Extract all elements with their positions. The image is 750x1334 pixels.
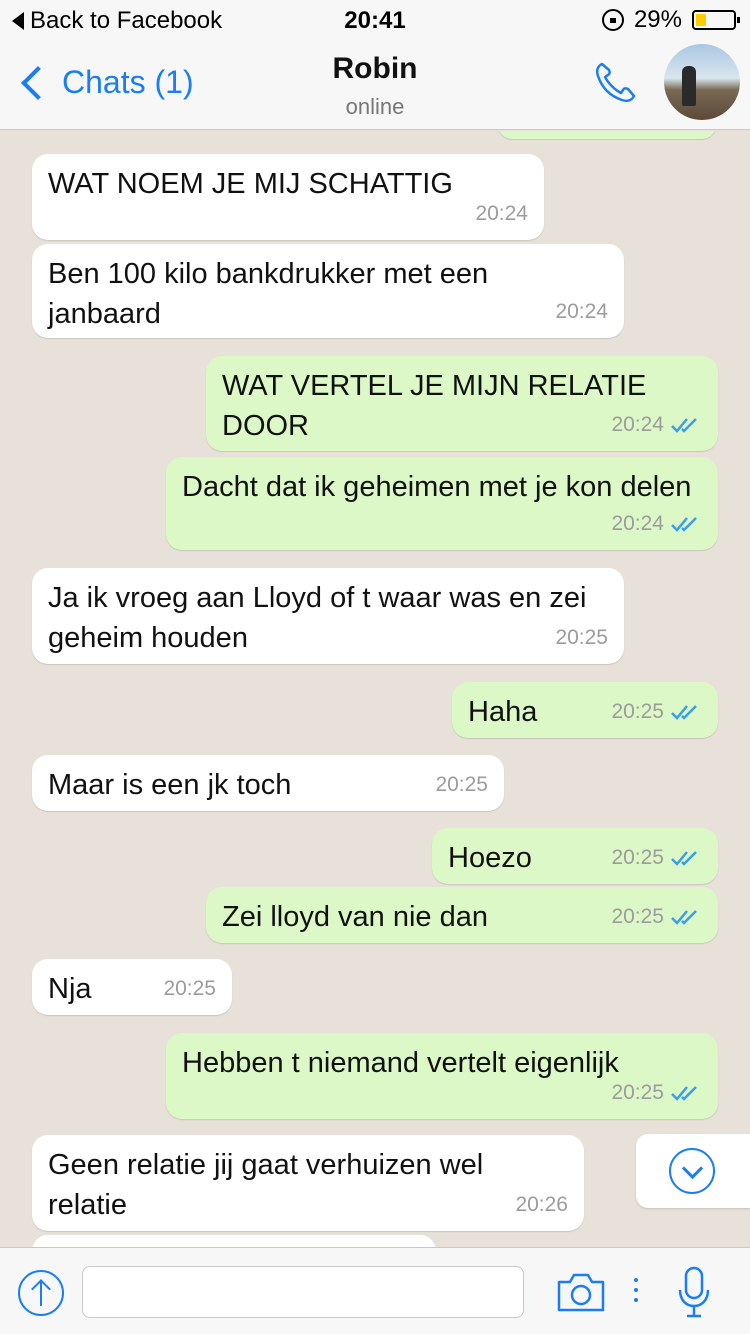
chat-header: Chats (1) Robin online <box>0 40 750 130</box>
double-check-icon <box>671 1086 697 1101</box>
more-options-icon[interactable] <box>634 1278 638 1306</box>
double-check-icon <box>671 910 697 925</box>
message-bubble[interactable]: WAT VERTEL JE MIJN RELATIE DOOR 20:24 <box>206 356 718 451</box>
status-bar: Back to Facebook 20:41 29% <box>0 0 750 40</box>
message-bubble-partial[interactable] <box>32 1235 436 1247</box>
phone-call-icon[interactable] <box>590 58 640 108</box>
message-bubble[interactable]: Nja 20:25 <box>32 959 232 1015</box>
double-check-icon <box>671 517 697 532</box>
message-time: 20:25 <box>611 700 664 723</box>
scroll-to-bottom-button[interactable] <box>636 1134 750 1208</box>
message-time: 20:25 <box>611 846 664 869</box>
message-list[interactable]: WAT NOEM JE MIJ SCHATTIG 20:24 Ben 100 k… <box>0 131 750 1247</box>
message-time: 20:25 <box>163 977 216 1000</box>
message-text: Geen relatie jij gaat verhuizen wel rela… <box>48 1149 484 1221</box>
message-text: Dacht dat ik geheimen met je kon delen <box>182 471 692 503</box>
microphone-icon[interactable] <box>676 1266 712 1320</box>
message-text: WAT NOEM JE MIJ SCHATTIG <box>48 168 453 200</box>
message-bubble[interactable]: Haha 20:25 <box>452 682 718 738</box>
message-text: Ben 100 kilo bankdrukker met een janbaar… <box>48 258 489 330</box>
message-bubble[interactable]: Hoezo 20:25 <box>432 828 718 884</box>
message-time: 20:25 <box>611 905 664 928</box>
battery-icon <box>692 10 740 30</box>
battery-percentage: 29% <box>633 6 682 33</box>
message-bubble[interactable]: Zei lloyd van nie dan 20:25 <box>206 887 718 943</box>
rotation-lock-icon <box>601 9 624 31</box>
message-bubble[interactable]: Ja ik vroeg aan Lloyd of t waar was en z… <box>32 568 624 664</box>
message-text: Maar is een jk toch <box>48 769 292 801</box>
double-check-icon <box>671 851 697 866</box>
message-time: 20:26 <box>515 1193 568 1216</box>
message-time: 20:24 <box>475 202 528 225</box>
message-time: 20:25 <box>555 626 608 649</box>
contact-avatar[interactable] <box>664 44 740 120</box>
message-time: 20:25 <box>611 1081 664 1104</box>
camera-icon[interactable] <box>556 1270 606 1314</box>
message-time: 20:25 <box>435 773 488 796</box>
message-time: 20:24 <box>611 512 664 535</box>
message-input[interactable] <box>82 1266 524 1318</box>
message-time: 20:24 <box>555 300 608 323</box>
message-bubble[interactable]: Geen relatie jij gaat verhuizen wel rela… <box>32 1135 584 1231</box>
message-bubble[interactable]: Ben 100 kilo bankdrukker met een janbaar… <box>32 244 624 338</box>
share-upload-icon[interactable] <box>18 1270 64 1316</box>
message-bubble[interactable]: Dacht dat ik geheimen met je kon delen 2… <box>166 457 718 550</box>
chevron-down-icon <box>669 1148 715 1194</box>
message-bubble[interactable]: Maar is een jk toch 20:25 <box>32 755 504 811</box>
message-text: Ja ik vroeg aan Lloyd of t waar was en z… <box>48 582 587 654</box>
message-bubble-partial[interactable] <box>498 131 716 139</box>
status-indicators: 29% <box>601 6 740 34</box>
message-time: 20:24 <box>611 413 664 436</box>
composer-bar <box>0 1247 750 1334</box>
double-check-icon <box>671 418 697 433</box>
double-check-icon <box>671 705 697 720</box>
message-bubble[interactable]: WAT NOEM JE MIJ SCHATTIG 20:24 <box>32 154 544 240</box>
message-bubble[interactable]: Hebben t niemand vertelt eigenlijk 20:25 <box>166 1033 718 1119</box>
